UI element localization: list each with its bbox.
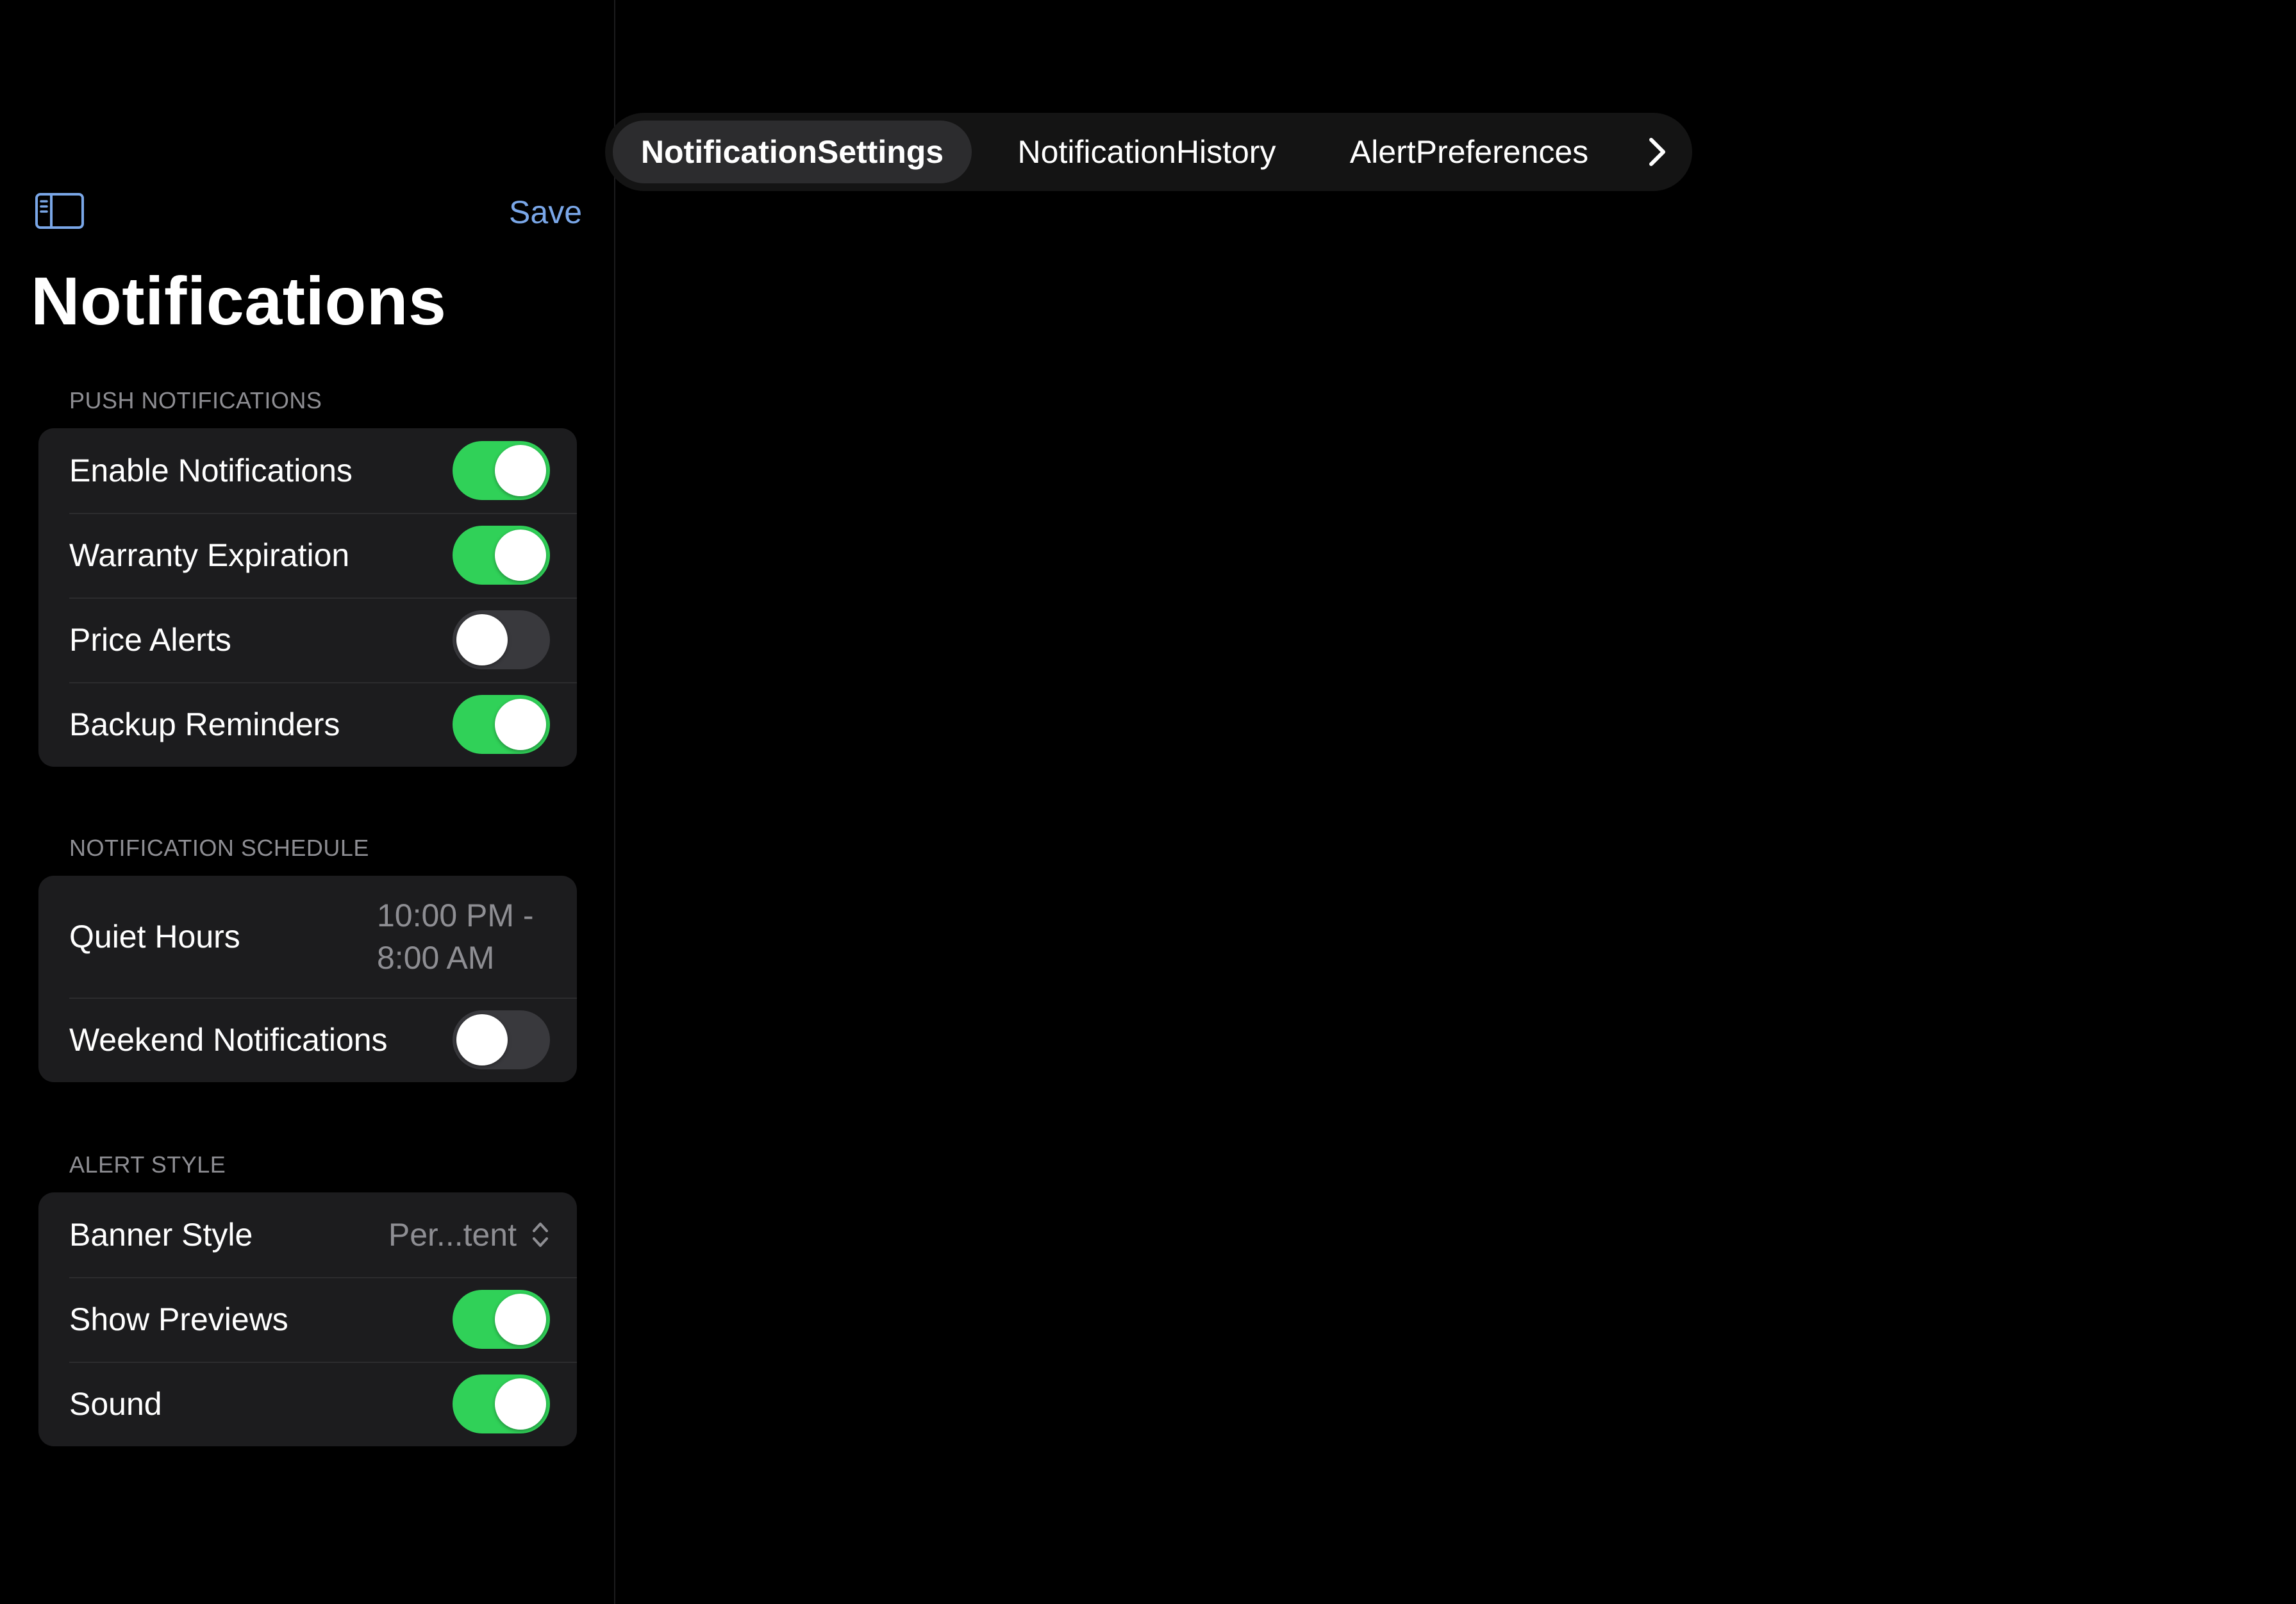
notification-schedule-group: Quiet Hours 10:00 PM - 8:00 AM Weekend N… xyxy=(38,876,577,1082)
warranty-expiration-row: Warranty Expiration xyxy=(38,513,577,597)
push-notifications-group: Enable Notifications Warranty Expiration… xyxy=(38,428,577,767)
toggle-knob xyxy=(495,1378,546,1430)
tab-notification-settings[interactable]: NotificationSettings xyxy=(613,121,972,183)
sound-row: Sound xyxy=(38,1362,577,1446)
sound-toggle[interactable] xyxy=(453,1374,550,1433)
detail-area xyxy=(617,205,2296,1604)
section-header-push: PUSH NOTIFICATIONS xyxy=(69,387,322,414)
weekend-notifications-toggle[interactable] xyxy=(453,1010,550,1069)
save-button[interactable]: Save xyxy=(509,190,582,235)
price-alerts-row: Price Alerts xyxy=(38,597,577,682)
app-screen: Save Notifications PUSH NOTIFICATIONS En… xyxy=(0,0,2296,1604)
backup-reminders-row: Backup Reminders xyxy=(38,682,577,767)
toggle-knob xyxy=(456,1014,508,1065)
show-previews-row: Show Previews xyxy=(38,1277,577,1362)
quiet-hours-row[interactable]: Quiet Hours 10:00 PM - 8:00 AM xyxy=(38,876,577,998)
section-header-schedule: NOTIFICATION SCHEDULE xyxy=(69,835,369,861)
row-label: Show Previews xyxy=(69,1301,288,1337)
chevron-right-icon[interactable] xyxy=(1645,129,1670,174)
toggle-knob xyxy=(495,1294,546,1345)
sidebar-left-icon[interactable] xyxy=(35,192,85,230)
backup-reminders-toggle[interactable] xyxy=(453,695,550,754)
show-previews-toggle[interactable] xyxy=(453,1290,550,1349)
row-label: Enable Notifications xyxy=(69,453,353,489)
price-alerts-toggle[interactable] xyxy=(453,610,550,669)
row-label: Warranty Expiration xyxy=(69,537,350,573)
banner-style-row: Banner Style Per...tent xyxy=(38,1192,577,1277)
chevron-up-down-icon xyxy=(531,1219,550,1251)
row-label: Banner Style xyxy=(69,1217,253,1253)
row-label: Sound xyxy=(69,1386,162,1422)
quiet-hours-end: 8:00 AM xyxy=(377,940,495,976)
row-label: Quiet Hours xyxy=(69,919,240,955)
banner-style-value: Per...tent xyxy=(388,1217,517,1253)
toggle-knob xyxy=(456,614,508,665)
toggle-knob xyxy=(495,699,546,750)
row-label: Price Alerts xyxy=(69,622,231,658)
enable-notifications-row: Enable Notifications xyxy=(38,428,577,513)
tab-bar: NotificationSettings NotificationHistory… xyxy=(605,113,1692,191)
enable-notifications-toggle[interactable] xyxy=(453,441,550,500)
toggle-knob xyxy=(495,445,546,496)
banner-style-picker[interactable]: Per...tent xyxy=(388,1216,550,1254)
toggle-knob xyxy=(495,530,546,581)
alert-style-group: Banner Style Per...tent Show Previews So… xyxy=(38,1192,577,1446)
tab-notification-history[interactable]: NotificationHistory xyxy=(990,121,1304,183)
tab-alert-preferences[interactable]: AlertPreferences xyxy=(1322,121,1617,183)
section-header-alert: ALERT STYLE xyxy=(69,1151,226,1178)
warranty-expiration-toggle[interactable] xyxy=(453,526,550,585)
quiet-hours-value: 10:00 PM - 8:00 AM xyxy=(377,894,544,979)
quiet-hours-start: 10:00 PM - xyxy=(377,898,534,933)
sidebar: Save Notifications PUSH NOTIFICATIONS En… xyxy=(0,0,615,1604)
row-label: Backup Reminders xyxy=(69,706,340,742)
page-title: Notifications xyxy=(31,263,447,339)
row-label: Weekend Notifications xyxy=(69,1022,388,1058)
weekend-notifications-row: Weekend Notifications xyxy=(38,998,577,1082)
